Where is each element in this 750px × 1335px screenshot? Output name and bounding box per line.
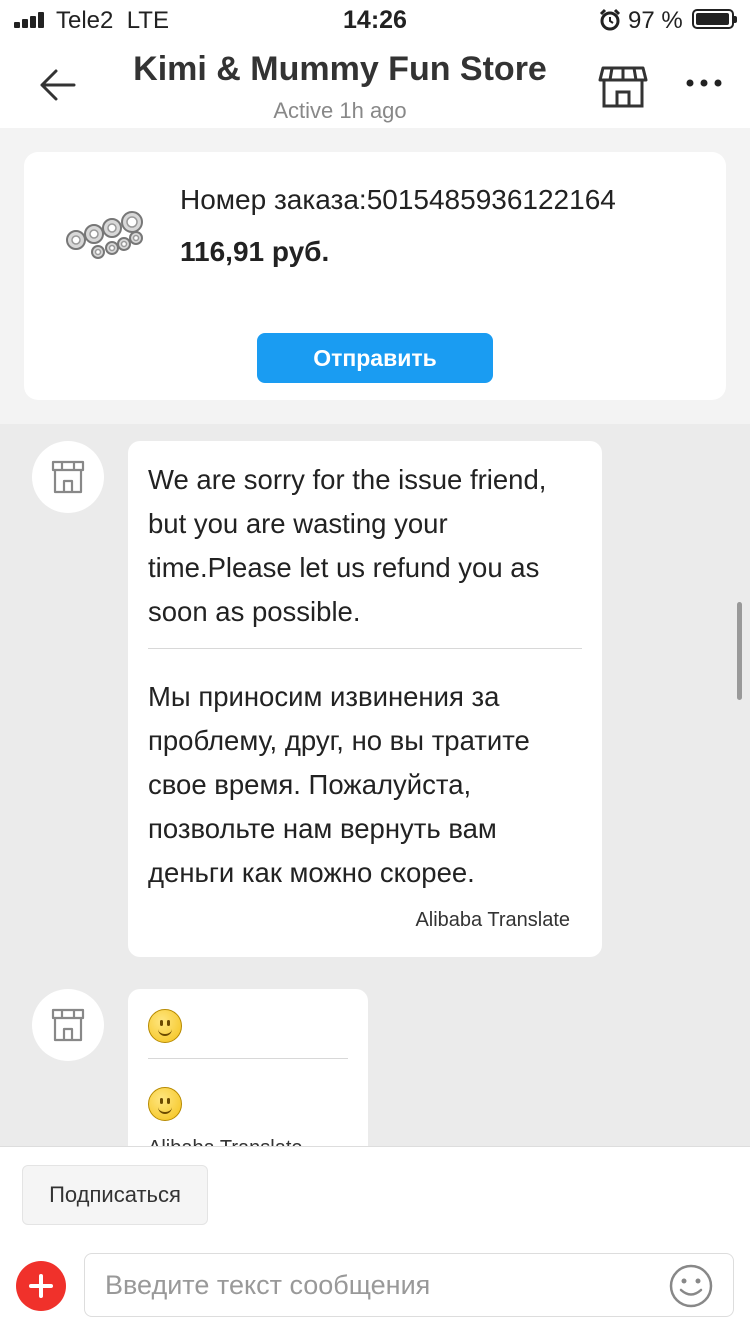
chat-area[interactable]: We are sorry for the issue friend, but y…	[0, 424, 750, 1146]
send-order-button[interactable]: Отправить	[257, 333, 493, 383]
more-icon[interactable]	[684, 76, 724, 90]
smiley-emoji-icon	[148, 1087, 182, 1121]
store-avatar[interactable]	[32, 441, 104, 513]
message-bubble[interactable]: We are sorry for the issue friend, but y…	[128, 441, 602, 957]
smiley-emoji-icon	[148, 1009, 182, 1043]
translation-divider	[148, 648, 582, 649]
message-translated-text: Мы приносим извинения за проблему, друг,…	[148, 681, 530, 888]
status-bar: Tele2 LTE 14:26 97 %	[0, 0, 750, 40]
chat-scrollbar[interactable]	[737, 602, 742, 700]
subscribe-button[interactable]: Подписаться	[22, 1165, 208, 1225]
translator-label: Alibaba Translate	[148, 1137, 303, 1146]
battery-icon	[692, 9, 737, 29]
translation-divider	[148, 1058, 348, 1059]
translator-label: Alibaba Translate	[415, 909, 570, 931]
emoji-icon[interactable]	[668, 1263, 714, 1309]
store-icon[interactable]	[598, 64, 648, 108]
store-avatar-icon	[51, 460, 85, 494]
active-status: Active 1h ago	[273, 98, 407, 123]
order-price: 116,91 руб.	[180, 236, 330, 267]
alarm-icon	[599, 8, 621, 31]
plus-icon[interactable]	[16, 1261, 66, 1311]
order-card[interactable]: Номер заказа:5015485936122164 116,91 руб…	[24, 152, 726, 400]
order-number: Номер заказа:5015485936122164	[180, 184, 616, 215]
bearings-product-icon	[66, 211, 143, 259]
battery-percent: 97 %	[628, 7, 683, 34]
message-input[interactable]	[84, 1253, 734, 1317]
order-section: Номер заказа:5015485936122164 116,91 руб…	[0, 128, 750, 424]
composer-area: Подписаться	[0, 1146, 750, 1335]
store-avatar-icon	[51, 1008, 85, 1042]
store-title: Kimi & Mummy Fun Store	[133, 50, 547, 88]
message-bubble[interactable]: Alibaba Translate	[128, 989, 368, 1146]
message-original-text: We are sorry for the issue friend, but y…	[148, 464, 547, 627]
store-avatar[interactable]	[32, 989, 104, 1061]
chat-header: Kimi & Mummy Fun Store Active 1h ago	[0, 40, 750, 129]
